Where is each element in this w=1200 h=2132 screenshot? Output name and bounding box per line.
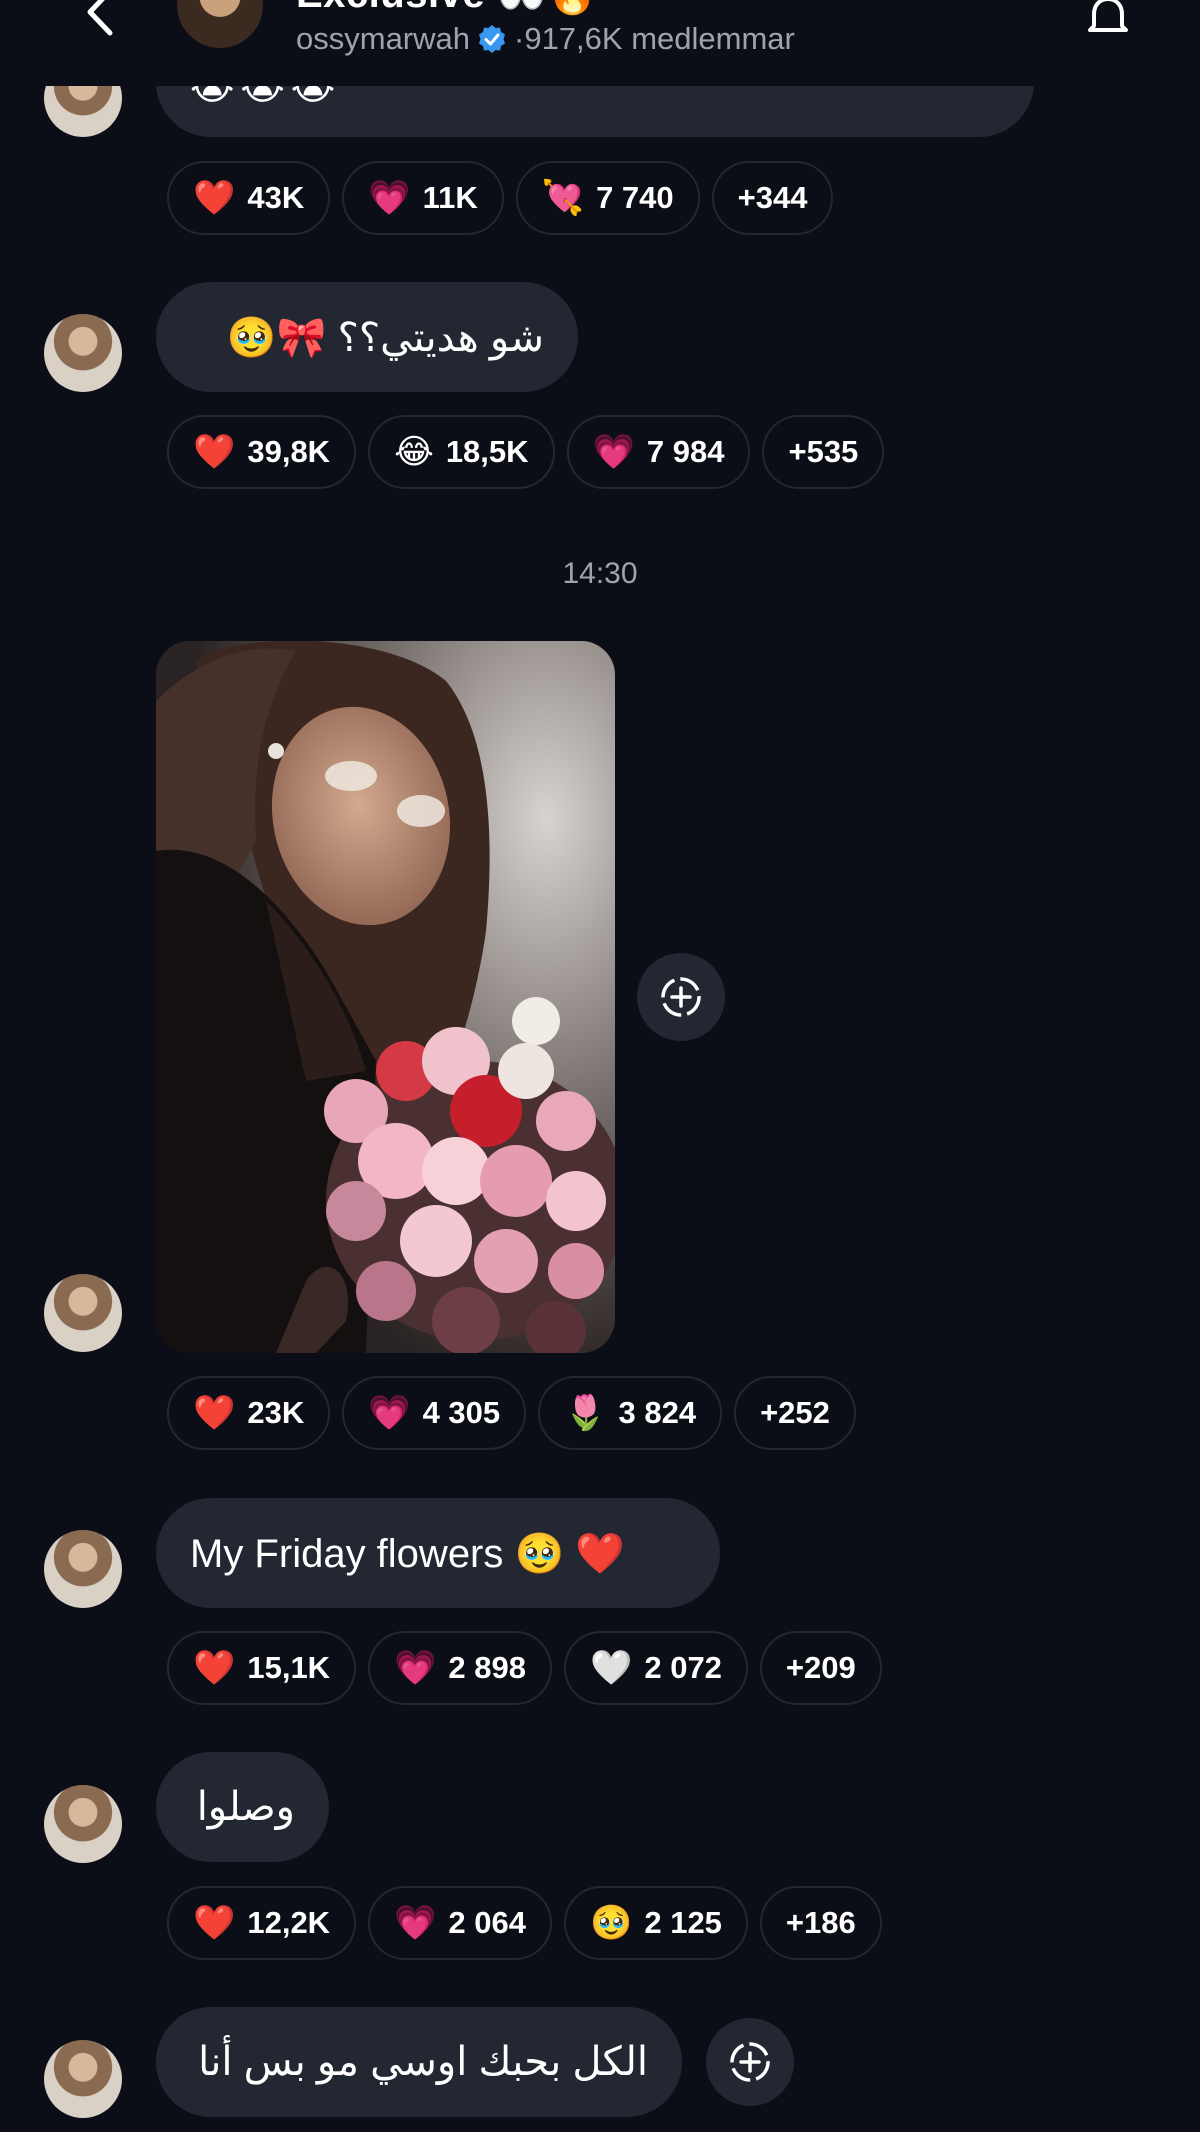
- reaction-heart[interactable]: ❤️ 12,2K: [167, 1886, 357, 1960]
- message-bubble[interactable]: شو هديتي؟؟ 🎀🥹: [156, 282, 578, 392]
- member-count: ·917,6K medlemmar: [514, 21, 795, 56]
- message-text: الكل بحبك اوسي مو بس أنا: [198, 2040, 648, 2084]
- message-text: My Friday flowers 🥹 ❤️: [190, 1531, 626, 1576]
- reaction-count: 7 740: [596, 180, 674, 215]
- channel-avatar[interactable]: [177, 0, 263, 48]
- reaction-bar: ❤️ 23K 💗 4 305 🌷 3 824 +252: [167, 1376, 856, 1450]
- reaction-heart[interactable]: ❤️ 43K: [167, 161, 331, 235]
- sender-avatar[interactable]: [44, 314, 122, 392]
- channel-title[interactable]: Exclusive 👀🔥: [296, 0, 597, 17]
- notifications-button[interactable]: [1076, 0, 1140, 48]
- reaction-heart[interactable]: ❤️ 39,8K: [167, 415, 357, 489]
- reaction-count: +186: [785, 1905, 856, 1940]
- channel-subtitle: ossymarwah ·917,6K medlemmar: [296, 21, 795, 57]
- reaction-count: 11K: [422, 180, 478, 215]
- message-bubble[interactable]: My Friday flowers 🥹 ❤️: [156, 1498, 720, 1608]
- reaction-pleading-face[interactable]: 🥹 2 125: [564, 1886, 748, 1960]
- reaction-emoji: ❤️: [193, 179, 236, 217]
- reaction-count: 2 125: [644, 1905, 722, 1940]
- more-reactions[interactable]: +535: [762, 415, 885, 489]
- message-text: وصلوا: [196, 1785, 295, 1829]
- reaction-bar: ❤️ 43K 💗 11K 💘 7 740 +344: [167, 161, 834, 235]
- reaction-bar: ❤️ 12,2K 💗 2 064 🥹 2 125 +186: [167, 1886, 882, 1960]
- reaction-emoji: 💗: [394, 1649, 437, 1687]
- reaction-emoji: 💗: [592, 433, 635, 471]
- share-photo-button[interactable]: [637, 953, 725, 1041]
- bell-icon: [1088, 0, 1128, 32]
- reaction-pink-heart[interactable]: 💗 4 305: [342, 1376, 527, 1450]
- share-plus-icon: [730, 2042, 770, 2082]
- more-reactions[interactable]: +186: [759, 1886, 882, 1960]
- reaction-pink-heart[interactable]: 💗 2 898: [368, 1631, 552, 1705]
- message-photo[interactable]: [156, 641, 615, 1353]
- message-bubble[interactable]: وصلوا: [156, 1752, 329, 1862]
- reaction-emoji: ❤️: [193, 1394, 236, 1432]
- reaction-emoji: 🌷: [564, 1394, 607, 1432]
- reaction-count: 12,2K: [247, 1905, 331, 1940]
- reaction-emoji: ❤️: [193, 433, 236, 471]
- reaction-count: 2 072: [644, 1650, 722, 1685]
- reaction-count: 18,5K: [445, 434, 529, 469]
- reaction-heart[interactable]: ❤️ 23K: [167, 1376, 331, 1450]
- reaction-emoji: ❤️: [193, 1904, 236, 1942]
- reaction-count: +252: [760, 1395, 830, 1430]
- reaction-emoji: 😂: [394, 433, 434, 471]
- reaction-bar: ❤️ 15,1K 💗 2 898 🤍 2 072 +209: [167, 1631, 882, 1705]
- reaction-heart-arrow[interactable]: 💘 7 740: [515, 161, 700, 235]
- reaction-tulip[interactable]: 🌷 3 824: [538, 1376, 723, 1450]
- share-message-button[interactable]: [706, 2018, 794, 2106]
- photo-image: [156, 641, 615, 1353]
- reaction-count: 39,8K: [247, 434, 331, 469]
- message-timestamp: 14:30: [562, 557, 638, 590]
- reaction-count: 23K: [247, 1395, 305, 1430]
- message-bubble[interactable]: الكل بحبك اوسي مو بس أنا: [156, 2007, 682, 2117]
- chevron-left-icon: [87, 0, 113, 36]
- reaction-laugh[interactable]: 😂 18,5K: [368, 415, 555, 489]
- message-text: شو هديتي؟؟ 🎀🥹: [226, 315, 544, 360]
- reaction-count: 2 064: [448, 1905, 526, 1940]
- sender-avatar[interactable]: [44, 1785, 122, 1863]
- channel-username: ossymarwah: [296, 21, 470, 56]
- reaction-count: 2 898: [448, 1650, 526, 1685]
- reaction-emoji: 🤍: [590, 1649, 633, 1687]
- reaction-emoji: 💗: [368, 1394, 411, 1432]
- reaction-emoji: 💘: [541, 179, 585, 217]
- channel-header: Exclusive 👀🔥 ossymarwah ·917,6K medlemma…: [0, 0, 1200, 86]
- reaction-count: +535: [788, 434, 859, 469]
- reaction-bar: ❤️ 39,8K 😂 18,5K 💗 7 984 +535: [167, 415, 885, 489]
- sender-avatar[interactable]: [44, 1274, 122, 1352]
- sender-avatar[interactable]: [44, 2040, 122, 2118]
- reaction-emoji: 💗: [368, 179, 411, 217]
- reaction-count: 43K: [247, 180, 305, 215]
- reaction-count: 3 824: [618, 1395, 697, 1430]
- reaction-emoji: 💗: [394, 1904, 437, 1942]
- reaction-count: +209: [785, 1650, 856, 1685]
- more-reactions[interactable]: +344: [711, 161, 834, 235]
- verified-badge-icon: [479, 25, 505, 53]
- back-button[interactable]: [70, 0, 130, 42]
- share-plus-icon: [661, 977, 701, 1017]
- reaction-count: 4 305: [422, 1395, 501, 1430]
- reaction-pink-heart[interactable]: 💗 7 984: [566, 415, 751, 489]
- reaction-count: 15,1K: [247, 1650, 331, 1685]
- more-reactions[interactable]: +209: [759, 1631, 882, 1705]
- reaction-emoji: 🥹: [590, 1904, 633, 1942]
- reaction-pink-heart[interactable]: 💗 2 064: [368, 1886, 552, 1960]
- reaction-pink-heart[interactable]: 💗 11K: [342, 161, 504, 235]
- reaction-emoji: ❤️: [193, 1649, 236, 1687]
- reaction-heart[interactable]: ❤️ 15,1K: [167, 1631, 357, 1705]
- reaction-count: +344: [737, 180, 808, 215]
- sender-avatar[interactable]: [44, 1530, 122, 1608]
- more-reactions[interactable]: +252: [734, 1376, 856, 1450]
- reaction-count: 7 984: [646, 434, 725, 469]
- reaction-white-heart[interactable]: 🤍 2 072: [564, 1631, 748, 1705]
